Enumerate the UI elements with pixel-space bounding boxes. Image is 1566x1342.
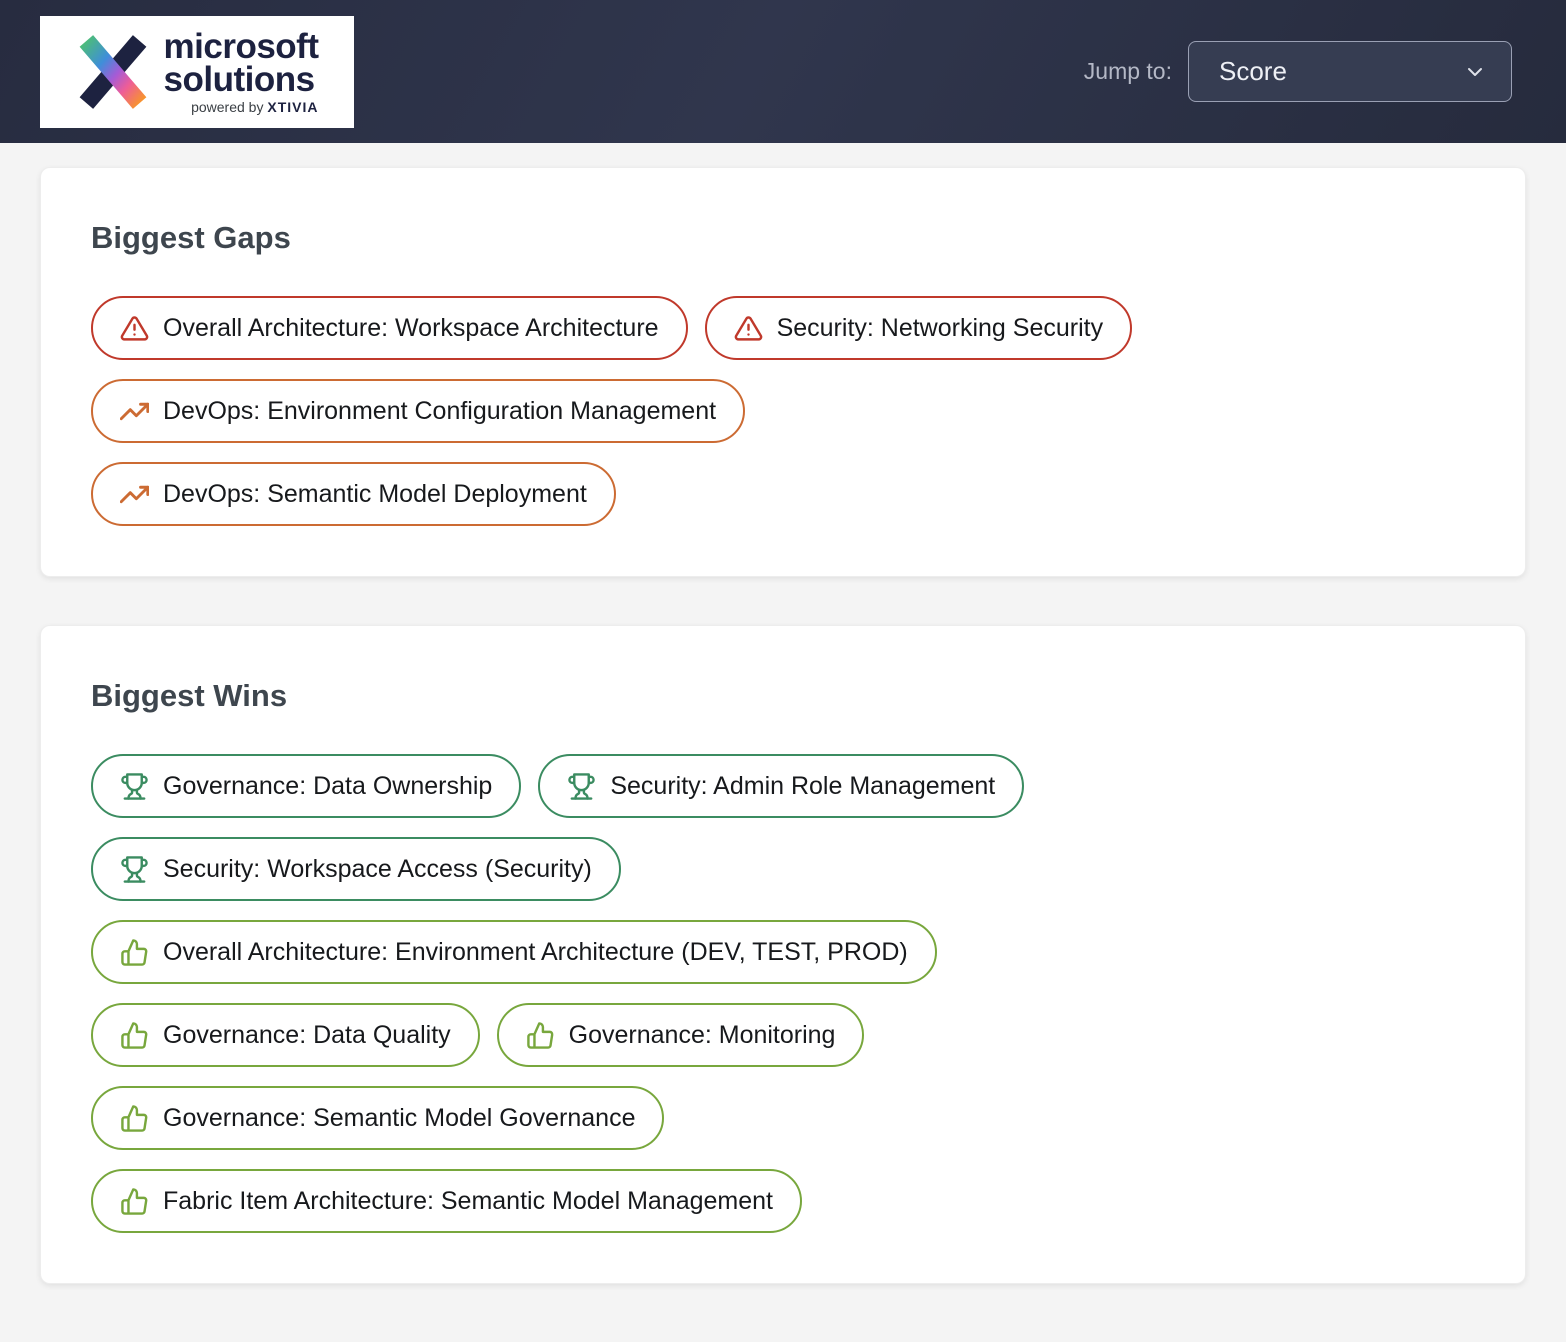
gap-badge-label: DevOps: Semantic Model Deployment	[163, 479, 587, 508]
x-logo-icon	[79, 34, 146, 109]
gap-badge-row: DevOps: Environment Configuration Manage…	[91, 379, 1475, 443]
win-badge-label: Security: Admin Role Management	[610, 771, 996, 800]
win-badge: Governance: Semantic Model Governance	[91, 1086, 665, 1150]
thumbs-up-icon	[120, 1021, 149, 1050]
trending-up-icon	[120, 397, 149, 426]
logo-powered-by: powered by XTIVIA	[191, 100, 318, 114]
biggest-gaps-title: Biggest Gaps	[91, 220, 291, 255]
trophy-icon	[120, 772, 149, 801]
jump-to-select[interactable]: Score	[1188, 41, 1512, 102]
main-content: Biggest Gaps Overall Architecture: Works…	[0, 143, 1566, 1309]
trending-up-icon	[120, 480, 149, 509]
jump-to-area: Jump to: Score	[1084, 41, 1512, 102]
thumbs-up-icon	[120, 1104, 149, 1133]
gap-badge-label: Security: Networking Security	[776, 313, 1104, 342]
win-badge: Governance: Monitoring	[496, 1003, 865, 1067]
trophy-icon	[120, 855, 149, 884]
gaps-badge-list: Overall Architecture: Workspace Architec…	[91, 296, 1475, 526]
win-badge: Governance: Data Ownership	[91, 754, 522, 818]
gap-badge-row: Overall Architecture: Workspace Architec…	[91, 296, 1475, 360]
win-badge-label: Overall Architecture: Environment Archit…	[163, 937, 908, 966]
chevron-down-icon	[1463, 60, 1487, 84]
win-badge-label: Governance: Monitoring	[568, 1020, 836, 1049]
jump-to-selected-value: Score	[1219, 56, 1287, 86]
biggest-wins-card: Biggest Wins Governance: Data Ownership S…	[40, 625, 1526, 1284]
brand-text: XTIVIA	[267, 98, 319, 115]
win-badge-row: Governance: Data Quality Governance: Moni…	[91, 1003, 1475, 1067]
win-badge: Security: Admin Role Management	[538, 754, 1025, 818]
thumbs-up-icon	[120, 938, 149, 967]
thumbs-up-icon	[526, 1021, 555, 1050]
gap-badge: DevOps: Environment Configuration Manage…	[91, 379, 746, 443]
biggest-wins-title: Biggest Wins	[91, 678, 288, 713]
logo: microsoft solutions powered by XTIVIA	[40, 15, 354, 128]
win-badge: Overall Architecture: Environment Archit…	[91, 920, 937, 984]
gap-badge-row: DevOps: Semantic Model Deployment	[91, 462, 1475, 526]
win-badge-row: Governance: Data Ownership Security: Admi…	[91, 754, 1475, 818]
logo-line-1: microsoft	[163, 26, 319, 66]
wins-badge-list: Governance: Data Ownership Security: Admi…	[91, 754, 1475, 1233]
win-badge: Fabric Item Architecture: Semantic Model…	[91, 1169, 802, 1233]
app-header: microsoft solutions powered by XTIVIA Ju…	[0, 0, 1566, 143]
logo-text: microsoft solutions powered by XTIVIA	[163, 26, 319, 114]
win-badge-label: Security: Workspace Access (Security)	[163, 854, 592, 883]
win-badge: Security: Workspace Access (Security)	[91, 837, 621, 901]
win-badge-label: Fabric Item Architecture: Semantic Model…	[163, 1186, 773, 1215]
win-badge-row: Governance: Semantic Model Governance	[91, 1086, 1475, 1150]
win-badge: Governance: Data Quality	[91, 1003, 480, 1067]
thumbs-up-icon	[120, 1187, 149, 1216]
gap-badge: Overall Architecture: Workspace Architec…	[91, 296, 688, 360]
alert-triangle-icon	[120, 314, 149, 343]
gap-badge: Security: Networking Security	[704, 296, 1133, 360]
win-badge-label: Governance: Data Ownership	[163, 771, 493, 800]
logo-line-2: solutions	[163, 59, 316, 99]
win-badge-label: Governance: Data Quality	[163, 1020, 451, 1049]
alert-triangle-icon	[734, 314, 763, 343]
win-badge-label: Governance: Semantic Model Governance	[163, 1103, 636, 1132]
biggest-gaps-card: Biggest Gaps Overall Architecture: Works…	[40, 167, 1526, 577]
gap-badge-label: DevOps: Environment Configuration Manage…	[163, 396, 717, 425]
win-badge-row: Security: Workspace Access (Security)	[91, 837, 1475, 901]
gap-badge: DevOps: Semantic Model Deployment	[91, 462, 616, 526]
win-badge-row: Fabric Item Architecture: Semantic Model…	[91, 1169, 1475, 1233]
jump-to-label: Jump to:	[1083, 58, 1172, 84]
powered-by-text: powered by	[191, 98, 264, 115]
win-badge-row: Overall Architecture: Environment Archit…	[91, 920, 1475, 984]
trophy-icon	[567, 772, 596, 801]
gap-badge-label: Overall Architecture: Workspace Architec…	[163, 313, 659, 342]
